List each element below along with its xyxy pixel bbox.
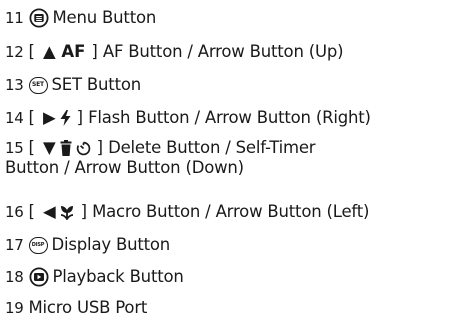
bracket-close: ] [80, 202, 88, 221]
list-item: 17 DISP Display Button [5, 235, 170, 255]
item-label: Micro USB Port [28, 298, 148, 317]
arrow-left-icon: ◀ [42, 202, 56, 221]
disp-button-icon: DISP [28, 236, 48, 254]
bracket-open: [ [28, 138, 35, 157]
list-item: 14 [ ▶ ] Flash Button / Arrow Button (Ri… [5, 108, 371, 128]
bracket-close: ] [96, 138, 104, 157]
arrow-down-icon: ▼ [42, 138, 56, 157]
trash-icon [60, 140, 72, 156]
item-number: 11 [5, 9, 24, 27]
item-label: SET Button [51, 75, 142, 94]
list-item-continuation: Button / Arrow Button (Down) [5, 158, 244, 178]
item-number: 17 [5, 236, 24, 254]
item-number: 19 [5, 299, 24, 317]
item-number: 16 [5, 203, 24, 221]
macro-icon [59, 204, 75, 220]
item-label: Macro Button / Arrow Button (Left) [92, 202, 370, 221]
item-number: 15 [5, 139, 24, 157]
bracket-close: ] [76, 108, 84, 127]
list-item: 11 Menu Button [5, 8, 156, 28]
item-label: Flash Button / Arrow Button (Right) [88, 108, 371, 127]
arrow-up-icon: ▲ AF [42, 42, 86, 61]
list-item: 16 [ ◀ ] Macro Button / Arrow Button (Le… [5, 202, 369, 222]
item-number: 14 [5, 109, 24, 127]
self-timer-icon [76, 141, 91, 156]
item-number: 12 [5, 43, 24, 61]
item-label: Display Button [51, 235, 171, 254]
playback-button-icon [28, 267, 49, 287]
list-item: 15 [ ▼ ] Delete Button / Self-Timer [5, 138, 316, 158]
item-label: Menu Button [52, 8, 157, 27]
item-label: Delete Button / Self-Timer [108, 138, 316, 157]
bracket-open: [ [28, 202, 35, 221]
item-label: AF Button / Arrow Button (Up) [102, 42, 344, 61]
item-number: 18 [5, 268, 24, 286]
bracket-open: [ [28, 42, 35, 61]
flash-icon [60, 110, 71, 126]
set-button-icon: SET [28, 76, 48, 94]
list-item: 12 [ ▲ AF ] AF Button / Arrow Button (Up… [5, 42, 344, 62]
bracket-close: ] [91, 42, 98, 61]
bracket-open: [ [28, 108, 35, 127]
item-number: 13 [5, 76, 24, 94]
item-label-line2: Button / Arrow Button (Down) [5, 158, 244, 177]
list-item: 19 Micro USB Port [5, 298, 147, 318]
list-item: 13 SET SET Button [5, 75, 141, 95]
menu-button-icon [28, 8, 49, 28]
list-item: 18 Playback Button [5, 267, 184, 287]
item-label: Playback Button [52, 267, 184, 286]
arrow-right-icon: ▶ [42, 108, 56, 127]
